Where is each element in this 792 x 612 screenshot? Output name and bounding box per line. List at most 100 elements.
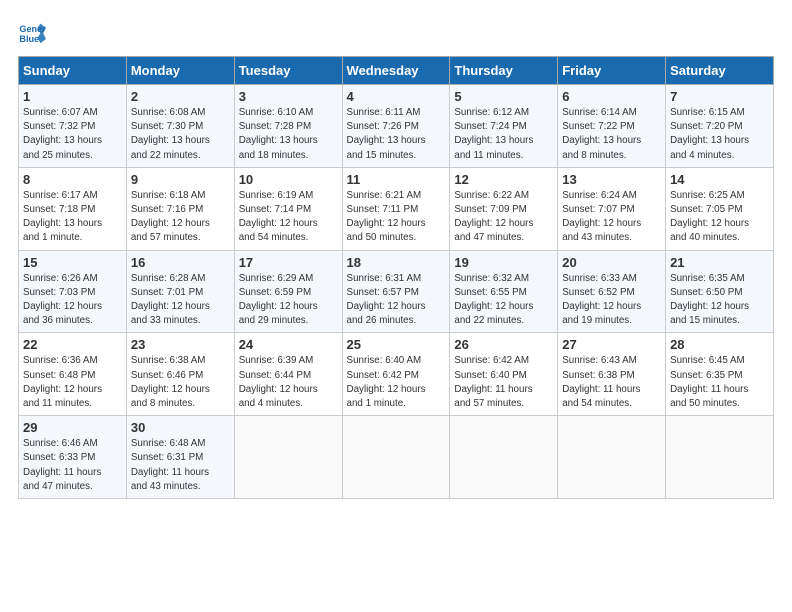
day-info: Sunrise: 6:38 AMSunset: 6:46 PMDaylight:… [131,354,230,411]
day-info: Sunrise: 6:28 AMSunset: 7:01 PMDaylight:… [131,272,230,329]
calendar-cell: 15Sunrise: 6:26 AMSunset: 7:03 PMDayligh… [19,250,127,333]
day-number: 13 [562,172,661,187]
col-header-thursday: Thursday [450,57,558,85]
logo: General Blue [18,18,52,46]
day-info: Sunrise: 6:25 AMSunset: 7:05 PMDaylight:… [670,189,769,246]
day-number: 25 [347,337,446,352]
calendar-cell: 6 Sunrise: 6:14 AMSunset: 7:22 PMDaylight… [558,85,666,168]
day-number: 1 [23,89,122,104]
calendar-cell: 23 Sunrise: 6:38 AMSunset: 6:46 PMDayligh… [126,333,234,416]
day-info: Sunrise: 6:22 AMSunset: 7:09 PMDaylight:… [454,189,553,246]
calendar-week-0: 1 Sunrise: 6:07 AMSunset: 7:32 PMDaylight… [19,85,774,168]
day-number: 27 [562,337,661,352]
day-number: 24 [239,337,338,352]
day-info: Sunrise: 6:43 AMSunset: 6:38 PMDaylight:… [562,354,661,411]
col-header-wednesday: Wednesday [342,57,450,85]
day-number: 16 [131,255,230,270]
calendar-cell: 9 Sunrise: 6:18 AMSunset: 7:16 PMDaylight… [126,167,234,250]
day-number: 8 [23,172,122,187]
day-info: Sunrise: 6:17 AMSunset: 7:18 PMDaylight:… [23,189,122,246]
day-info: Sunrise: 6:11 AMSunset: 7:26 PMDaylight:… [347,106,446,163]
day-info: Sunrise: 6:31 AMSunset: 6:57 PMDaylight:… [347,272,446,329]
day-number: 28 [670,337,769,352]
calendar-cell: 24 Sunrise: 6:39 AMSunset: 6:44 PMDayligh… [234,333,342,416]
calendar-cell: 1 Sunrise: 6:07 AMSunset: 7:32 PMDaylight… [19,85,127,168]
day-info: Sunrise: 6:36 AMSunset: 6:48 PMDaylight:… [23,354,122,411]
calendar-cell: 14 Sunrise: 6:25 AMSunset: 7:05 PMDayligh… [666,167,774,250]
calendar-cell: 3 Sunrise: 6:10 AMSunset: 7:28 PMDaylight… [234,85,342,168]
day-info: Sunrise: 6:48 AMSunset: 6:31 PMDaylight:… [131,437,230,494]
calendar-cell: 4 Sunrise: 6:11 AMSunset: 7:26 PMDaylight… [342,85,450,168]
day-number: 10 [239,172,338,187]
day-number: 6 [562,89,661,104]
calendar-header-row: SundayMondayTuesdayWednesdayThursdayFrid… [19,57,774,85]
calendar-cell: 27 Sunrise: 6:43 AMSunset: 6:38 PMDayligh… [558,333,666,416]
day-info: Sunrise: 6:12 AMSunset: 7:24 PMDaylight:… [454,106,553,163]
calendar-cell: 30 Sunrise: 6:48 AMSunset: 6:31 PMDayligh… [126,416,234,499]
day-number: 17 [239,255,338,270]
page: General Blue SundayMondayTuesdayWednesda… [0,0,792,509]
day-number: 26 [454,337,553,352]
calendar-cell: 5Sunrise: 6:12 AMSunset: 7:24 PMDaylight… [450,85,558,168]
day-info: Sunrise: 6:35 AMSunset: 6:50 PMDaylight:… [670,272,769,329]
calendar-week-3: 22 Sunrise: 6:36 AMSunset: 6:48 PMDayligh… [19,333,774,416]
day-info: Sunrise: 6:08 AMSunset: 7:30 PMDaylight:… [131,106,230,163]
day-info: Sunrise: 6:10 AMSunset: 7:28 PMDaylight:… [239,106,338,163]
day-info: Sunrise: 6:07 AMSunset: 7:32 PMDaylight:… [23,106,122,163]
day-info: Sunrise: 6:14 AMSunset: 7:22 PMDaylight:… [562,106,661,163]
calendar-cell [558,416,666,499]
day-info: Sunrise: 6:21 AMSunset: 7:11 PMDaylight:… [347,189,446,246]
day-number: 2 [131,89,230,104]
day-info: Sunrise: 6:18 AMSunset: 7:16 PMDaylight:… [131,189,230,246]
calendar-cell: 17 Sunrise: 6:29 AMSunset: 6:59 PMDayligh… [234,250,342,333]
calendar-cell: 10 Sunrise: 6:19 AMSunset: 7:14 PMDayligh… [234,167,342,250]
calendar-cell: 2 Sunrise: 6:08 AMSunset: 7:30 PMDaylight… [126,85,234,168]
day-number: 9 [131,172,230,187]
day-info: Sunrise: 6:33 AMSunset: 6:52 PMDaylight:… [562,272,661,329]
calendar-cell: 29 Sunrise: 6:46 AMSunset: 6:33 PMDayligh… [19,416,127,499]
calendar-cell: 7 Sunrise: 6:15 AMSunset: 7:20 PMDaylight… [666,85,774,168]
calendar-cell [666,416,774,499]
day-number: 15 [23,255,122,270]
day-info: Sunrise: 6:39 AMSunset: 6:44 PMDaylight:… [239,354,338,411]
day-info: Sunrise: 6:19 AMSunset: 7:14 PMDaylight:… [239,189,338,246]
day-info: Sunrise: 6:46 AMSunset: 6:33 PMDaylight:… [23,437,122,494]
calendar-cell: 25 Sunrise: 6:40 AMSunset: 6:42 PMDayligh… [342,333,450,416]
day-info: Sunrise: 6:42 AMSunset: 6:40 PMDaylight:… [454,354,553,411]
day-info: Sunrise: 6:29 AMSunset: 6:59 PMDaylight:… [239,272,338,329]
calendar-cell [234,416,342,499]
calendar-week-1: 8 Sunrise: 6:17 AMSunset: 7:18 PMDaylight… [19,167,774,250]
day-info: Sunrise: 6:24 AMSunset: 7:07 PMDaylight:… [562,189,661,246]
col-header-saturday: Saturday [666,57,774,85]
calendar-week-2: 15Sunrise: 6:26 AMSunset: 7:03 PMDayligh… [19,250,774,333]
calendar-cell: 18Sunrise: 6:31 AMSunset: 6:57 PMDayligh… [342,250,450,333]
day-number: 30 [131,420,230,435]
calendar-cell: 22 Sunrise: 6:36 AMSunset: 6:48 PMDayligh… [19,333,127,416]
calendar-cell: 28Sunrise: 6:45 AMSunset: 6:35 PMDayligh… [666,333,774,416]
calendar-cell [450,416,558,499]
calendar-cell: 16 Sunrise: 6:28 AMSunset: 7:01 PMDayligh… [126,250,234,333]
calendar-table: SundayMondayTuesdayWednesdayThursdayFrid… [18,56,774,499]
calendar-cell: 20Sunrise: 6:33 AMSunset: 6:52 PMDayligh… [558,250,666,333]
day-info: Sunrise: 6:15 AMSunset: 7:20 PMDaylight:… [670,106,769,163]
calendar-cell: 12 Sunrise: 6:22 AMSunset: 7:09 PMDayligh… [450,167,558,250]
header: General Blue [18,18,774,46]
day-number: 23 [131,337,230,352]
day-number: 22 [23,337,122,352]
day-number: 7 [670,89,769,104]
calendar-cell: 11Sunrise: 6:21 AMSunset: 7:11 PMDayligh… [342,167,450,250]
day-number: 14 [670,172,769,187]
day-number: 4 [347,89,446,104]
calendar-cell [342,416,450,499]
day-number: 29 [23,420,122,435]
col-header-monday: Monday [126,57,234,85]
svg-text:Blue: Blue [19,34,39,44]
day-number: 12 [454,172,553,187]
col-header-sunday: Sunday [19,57,127,85]
calendar-cell: 21Sunrise: 6:35 AMSunset: 6:50 PMDayligh… [666,250,774,333]
col-header-tuesday: Tuesday [234,57,342,85]
calendar-cell: 13 Sunrise: 6:24 AMSunset: 7:07 PMDayligh… [558,167,666,250]
day-number: 3 [239,89,338,104]
calendar-cell: 8 Sunrise: 6:17 AMSunset: 7:18 PMDaylight… [19,167,127,250]
day-info: Sunrise: 6:40 AMSunset: 6:42 PMDaylight:… [347,354,446,411]
